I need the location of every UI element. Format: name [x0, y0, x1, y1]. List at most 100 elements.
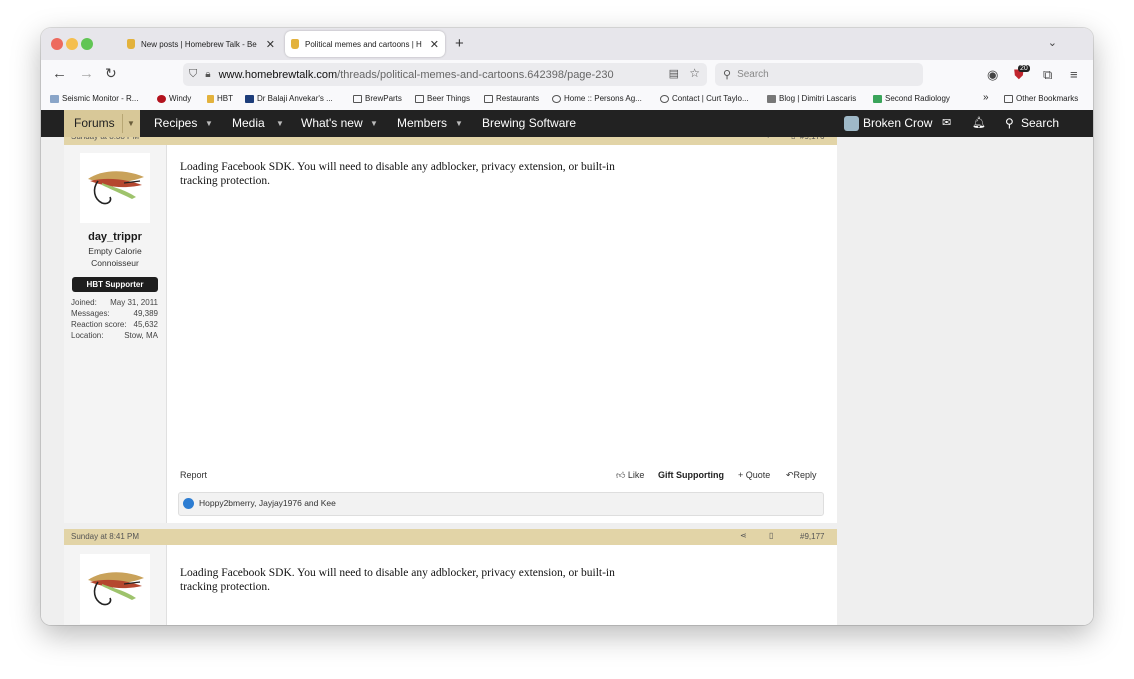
reader-view-icon[interactable]: ▤: [669, 67, 679, 80]
close-window-button[interactable]: [51, 38, 63, 50]
post-date[interactable]: Sunday at 8:41 PM: [71, 532, 139, 541]
nav-brewing-software[interactable]: Brewing Software: [482, 110, 576, 137]
avatar[interactable]: [80, 153, 150, 223]
list-all-tabs-chevron-icon[interactable]: ⌄: [1048, 36, 1057, 49]
reply-button[interactable]: ↶Reply: [786, 470, 817, 481]
chevron-down-icon[interactable]: ▼: [455, 110, 463, 137]
other-bookmarks-folder[interactable]: Other Bookmarks: [1004, 94, 1078, 103]
site-search-button[interactable]: Search: [1021, 110, 1059, 137]
nav-media[interactable]: Media: [232, 110, 265, 137]
supporter-banner: HBT Supporter: [72, 277, 158, 292]
chevron-down-icon[interactable]: ▼: [205, 110, 213, 137]
homebrewtalk-favicon-icon: [291, 39, 299, 49]
globe-icon: [660, 94, 669, 103]
site-navigation: Forums ▼ Recipes ▼ Media ▼ What's new ▼ …: [41, 110, 1093, 137]
tab-new-posts[interactable]: New posts | Homebrew Talk - Be ✕: [121, 31, 281, 57]
stat-value: Stow, MA: [124, 331, 158, 340]
nav-members[interactable]: Members: [397, 110, 447, 137]
search-bar[interactable]: ⚲ Search: [715, 63, 923, 86]
share-icon[interactable]: ⋖: [740, 531, 747, 540]
fly-lure-avatar-image: [88, 171, 144, 205]
report-link[interactable]: Report: [180, 470, 207, 480]
stat-value: 49,389: [133, 309, 158, 318]
chevron-down-icon[interactable]: ▼: [276, 110, 284, 137]
stat-value: May 31, 2011: [110, 298, 158, 307]
bookmark-folder-brewparts[interactable]: BrewParts: [353, 94, 402, 103]
user-info-panel: [64, 545, 167, 625]
post-body: Loading Facebook SDK. You will need to d…: [180, 567, 615, 593]
extension-badge: 20: [1018, 65, 1030, 72]
menu-hamburger-icon[interactable]: ≡: [1070, 67, 1078, 82]
back-button[interactable]: ←: [52, 65, 67, 82]
username-link[interactable]: day_trippr: [64, 231, 166, 243]
bookmark-seismic-monitor[interactable]: Seismic Monitor - R...: [50, 94, 138, 103]
account-username[interactable]: Broken Crow: [863, 110, 932, 137]
user-title-line2: Connoisseur: [91, 258, 139, 268]
chevron-down-icon[interactable]: ▼: [370, 110, 378, 137]
bookmarks-toolbar: Seismic Monitor - R... Windy HBT Dr Bala…: [41, 90, 1093, 111]
new-tab-button[interactable]: +: [455, 35, 464, 52]
reply-arrow-icon: ↶: [786, 470, 794, 480]
bookmark-contact-curt-taylor[interactable]: Contact | Curt Taylo...: [660, 94, 749, 103]
tab-strip: New posts | Homebrew Talk - Be ✕ Politic…: [41, 28, 1093, 60]
sidebar: [837, 137, 1093, 625]
bookmark-dr-balaji[interactable]: Dr Balaji Anvekar's ...: [245, 94, 333, 103]
tab-political-memes[interactable]: Political memes and cartoons | H ✕: [285, 31, 445, 57]
more-bookmarks-chevron-icon[interactable]: »: [983, 92, 989, 103]
nav-forums-tab[interactable]: Forums ▼: [64, 110, 140, 137]
search-icon: ⚲: [723, 69, 732, 81]
avatar[interactable]: [80, 554, 150, 624]
site-favicon-icon: [552, 94, 561, 103]
reactions-bar[interactable]: Hoppy2bmerry, Jayjay1976 and Kee: [178, 492, 824, 516]
lock-icon[interactable]: 🔒︎: [205, 69, 210, 80]
post-header: Sunday at 8:41 PM ⋖ ▯ #9,177: [64, 529, 837, 545]
bookmark-folder-beer-things[interactable]: Beer Things: [415, 94, 470, 103]
web-page: Sunday at 8:38 PM ⋖ ▯ #9,176 day_trippr …: [41, 110, 1093, 625]
bookmark-second-radiology[interactable]: Second Radiology: [873, 94, 950, 103]
bell-icon[interactable]: 🔔︎: [972, 110, 986, 137]
nav-recipes[interactable]: Recipes: [154, 110, 197, 137]
nav-whats-new[interactable]: What's new: [301, 110, 363, 137]
reload-button[interactable]: ↻: [105, 65, 117, 82]
post-number[interactable]: #9,177: [800, 532, 824, 541]
hbt-favicon-icon: [207, 94, 214, 103]
search-icon[interactable]: ⚲: [1005, 110, 1014, 137]
bookmark-hbt[interactable]: HBT: [207, 94, 233, 103]
reactions-list[interactable]: Hoppy2bmerry, Jayjay1976 and Kee: [199, 498, 336, 508]
url-text[interactable]: www.homebrewtalk.com/threads/political-m…: [219, 69, 614, 81]
chevron-down-icon[interactable]: ▼: [127, 110, 135, 137]
tracking-protection-shield-icon[interactable]: ⛉: [189, 68, 197, 81]
stat-label: Messages:: [71, 309, 110, 318]
bookmark-persons-ag[interactable]: Home :: Persons Ag...: [552, 94, 642, 103]
account-icon[interactable]: ◉: [987, 67, 998, 83]
fly-lure-avatar-image: [88, 572, 144, 606]
folder-icon: [484, 94, 493, 103]
user-avatar-icon[interactable]: [844, 116, 859, 131]
post-article: day_trippr Empty Calorie Connoisseur HBT…: [64, 145, 837, 523]
like-reaction-icon: [183, 498, 194, 509]
site-favicon-icon: [767, 94, 776, 103]
bookmark-windy[interactable]: Windy: [157, 94, 191, 103]
address-bar[interactable]: ⛉ 🔒︎ www.homebrewtalk.com/threads/politi…: [183, 63, 707, 86]
bookmark-star-icon[interactable]: ☆: [689, 66, 700, 80]
forward-button[interactable]: →: [79, 65, 94, 82]
envelope-icon[interactable]: ✉: [942, 110, 951, 137]
post-article: Loading Facebook SDK. You will need to d…: [64, 545, 837, 625]
user-info-panel: day_trippr Empty Calorie Connoisseur HBT…: [64, 145, 167, 523]
site-favicon-icon: [245, 94, 254, 103]
bookmark-folder-restaurants[interactable]: Restaurants: [484, 94, 539, 103]
chart-icon: [50, 94, 59, 103]
quote-button[interactable]: + Quote: [738, 470, 770, 480]
navigation-toolbar: ← → ↻ ⛉ 🔒︎ www.homebrewtalk.com/threads/…: [41, 60, 1093, 90]
minimize-window-button[interactable]: [66, 38, 78, 50]
bookmark-icon[interactable]: ▯: [769, 531, 773, 540]
folder-icon: [1004, 94, 1013, 103]
bookmark-dimitri-lascaris[interactable]: Blog | Dimitri Lascaris: [767, 94, 856, 103]
close-tab-icon[interactable]: ✕: [266, 38, 275, 51]
zoom-window-button[interactable]: [81, 38, 93, 50]
thumbs-up-icon: 👍︎: [616, 470, 626, 480]
gift-supporting-link[interactable]: Gift Supporting: [658, 470, 724, 480]
close-tab-icon[interactable]: ✕: [430, 38, 439, 51]
like-button[interactable]: 👍︎ Like: [616, 470, 644, 481]
extensions-puzzle-icon[interactable]: ⧉: [1043, 67, 1052, 83]
